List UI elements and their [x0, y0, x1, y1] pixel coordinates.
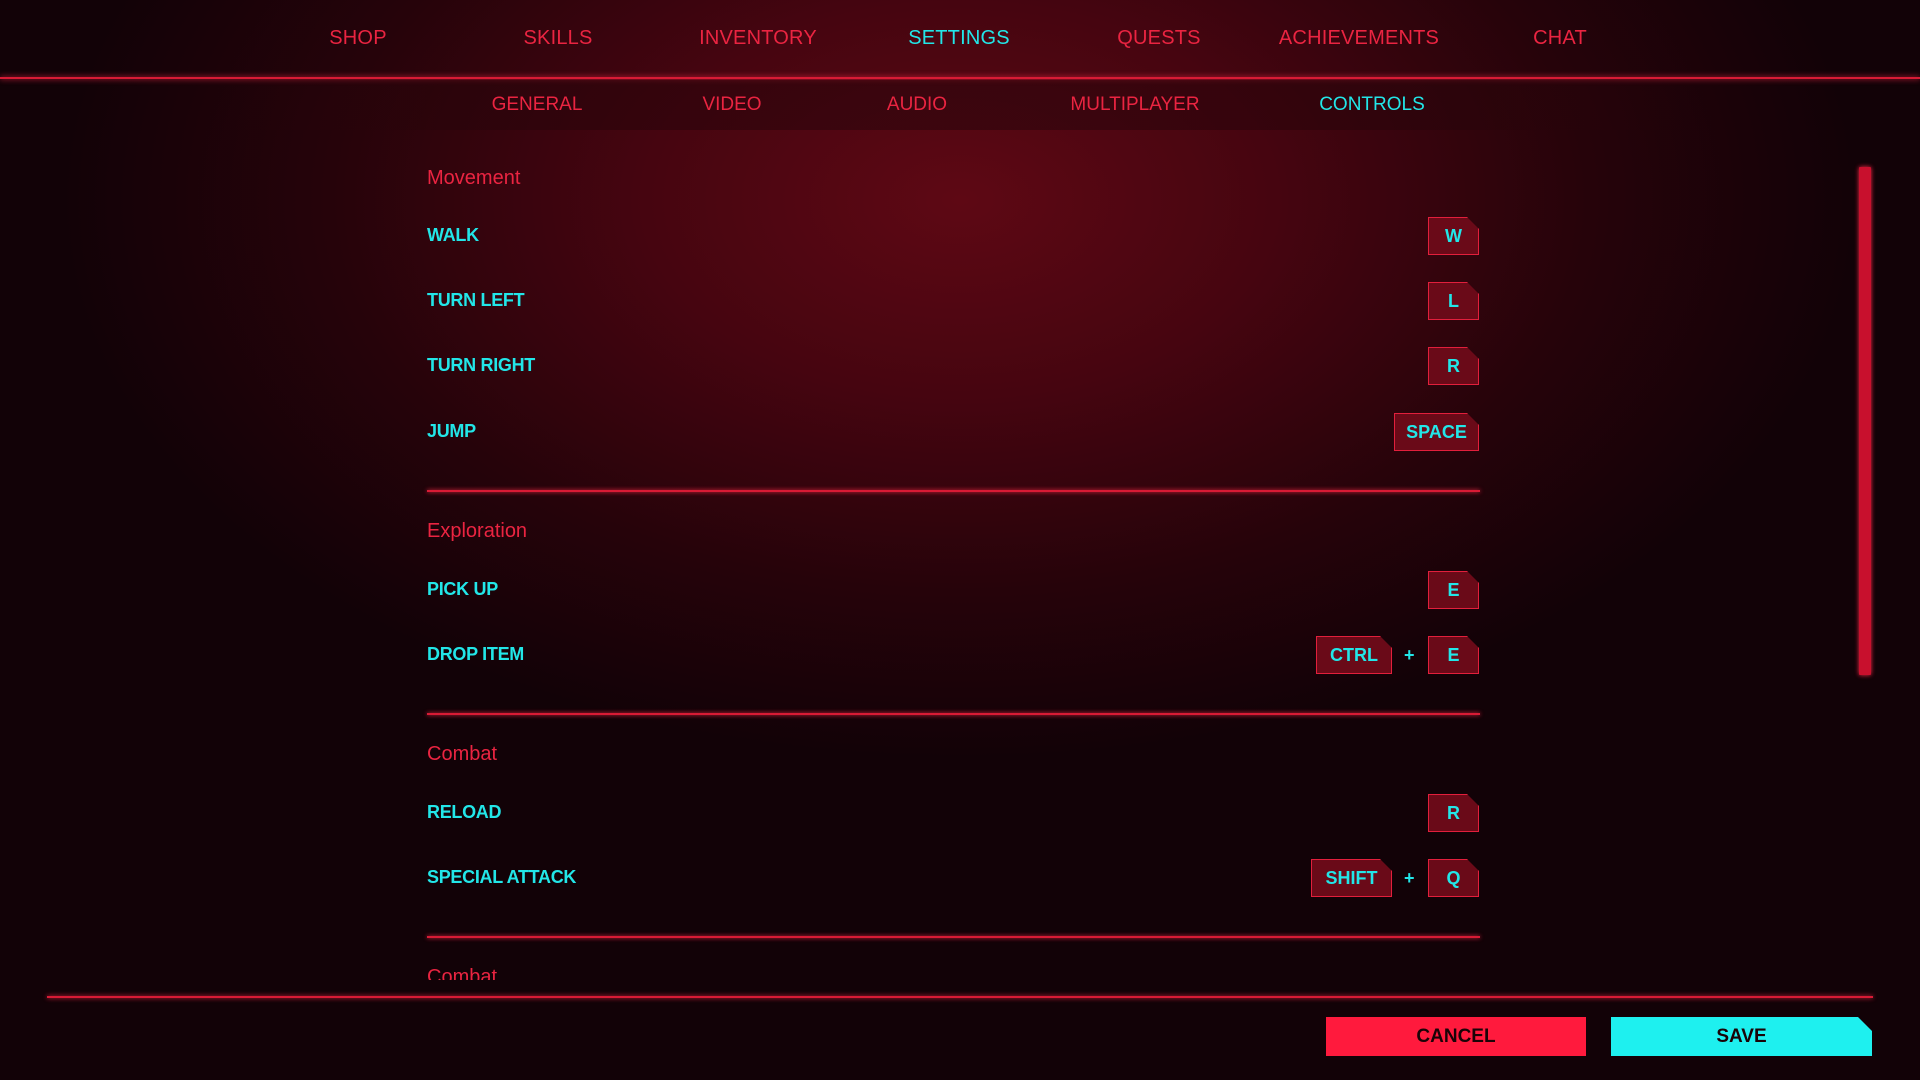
subtab-general[interactable]: GENERAL: [492, 80, 583, 130]
subtab-video[interactable]: VIDEO: [702, 80, 761, 130]
key-button-drop-item[interactable]: E: [1428, 636, 1479, 674]
settings-subnav: GENERAL VIDEO AUDIO MULTIPLAYER CONTROLS: [230, 80, 1690, 130]
settings-screen: SHOP SKILLS INVENTORY SETTINGS QUESTS AC…: [0, 0, 1920, 1080]
binding-label-turn-left: TURN LEFT: [427, 290, 525, 310]
cancel-button[interactable]: CANCEL: [1326, 1017, 1586, 1056]
key-button-turn-right[interactable]: R: [1428, 347, 1479, 385]
binding-label-pick-up: PICK UP: [427, 579, 498, 599]
section-title-combat-partial: Combat: [427, 966, 498, 980]
subtab-multiplayer[interactable]: MULTIPLAYER: [1070, 80, 1199, 130]
key-button-drop-item-modifier[interactable]: CTRL: [1316, 636, 1392, 674]
tab-shop[interactable]: SHOP: [258, 0, 458, 76]
key-button-special-attack-modifier[interactable]: SHIFT: [1311, 859, 1392, 897]
key-combo-plus: +: [1404, 868, 1415, 888]
subtab-controls[interactable]: CONTROLS: [1319, 80, 1425, 130]
key-combo-plus: +: [1404, 645, 1415, 665]
key-button-special-attack[interactable]: Q: [1428, 859, 1479, 897]
tab-settings[interactable]: SETTINGS: [859, 0, 1059, 76]
controls-list[interactable]: Movement WALK W TURN LEFT L TURN RIGHT R…: [0, 130, 1920, 980]
subtab-audio[interactable]: AUDIO: [887, 80, 947, 130]
binding-label-reload: RELOAD: [427, 802, 502, 822]
tab-inventory[interactable]: INVENTORY: [658, 0, 858, 76]
tab-skills[interactable]: SKILLS: [458, 0, 658, 76]
binding-label-walk: WALK: [427, 225, 479, 245]
section-divider: [427, 490, 1480, 492]
top-nav-divider: [0, 77, 1920, 79]
tab-chat[interactable]: CHAT: [1460, 0, 1660, 76]
section-divider: [427, 713, 1480, 715]
binding-label-jump: JUMP: [427, 421, 476, 441]
tab-quests[interactable]: QUESTS: [1059, 0, 1259, 76]
key-button-pick-up[interactable]: E: [1428, 571, 1479, 609]
tab-achievements[interactable]: ACHIEVEMENTS: [1259, 0, 1459, 76]
key-button-walk[interactable]: W: [1428, 217, 1479, 255]
key-button-jump[interactable]: SPACE: [1394, 413, 1479, 451]
section-title-exploration: Exploration: [427, 520, 528, 542]
binding-label-drop-item: DROP ITEM: [427, 644, 524, 664]
footer-divider: [47, 996, 1873, 998]
section-title-movement: Movement: [427, 167, 521, 189]
top-navigation: SHOP SKILLS INVENTORY SETTINGS QUESTS AC…: [0, 0, 1920, 79]
binding-label-special-attack: SPECIAL ATTACK: [427, 867, 577, 887]
scrollbar[interactable]: [1859, 167, 1871, 675]
binding-label-turn-right: TURN RIGHT: [427, 355, 535, 375]
save-button[interactable]: SAVE: [1611, 1017, 1872, 1056]
key-button-turn-left[interactable]: L: [1428, 282, 1479, 320]
section-divider: [427, 936, 1480, 938]
section-title-combat: Combat: [427, 743, 498, 765]
key-button-reload[interactable]: R: [1428, 794, 1479, 832]
